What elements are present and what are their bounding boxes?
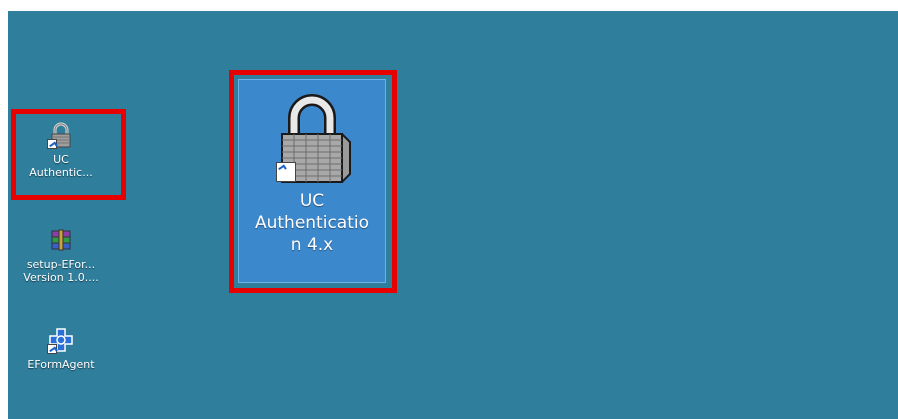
desktop-icon-label: UC Authentic... [29,153,93,179]
shortcut-arrow-icon [47,344,57,354]
winrar-archive-icon [47,226,75,254]
desktop-icon-setup-eform[interactable]: setup-EFor... Version 1.0.... [18,226,104,284]
desktop-icon-label: EFormAgent [27,358,95,371]
desktop-icon-label: setup-EFor... Version 1.0.... [23,258,99,284]
desktop-icon-eformagent[interactable]: EFormAgent [18,326,104,371]
padlock-icon [264,88,360,184]
desktop-icon-label: UC Authenticatio n 4.x [254,191,370,255]
desktop-icon-uc-authentication[interactable]: UC Authentic... [18,121,104,179]
padlock-icon [47,121,75,149]
shortcut-arrow-icon [47,139,57,149]
desktop-icon-uc-authentication-selected[interactable]: UC Authenticatio n 4.x [238,79,386,283]
desktop: UC Authentic... setup-EFor... Version 1.… [8,11,898,419]
eform-agent-icon [47,326,75,354]
shortcut-arrow-icon [276,162,296,182]
